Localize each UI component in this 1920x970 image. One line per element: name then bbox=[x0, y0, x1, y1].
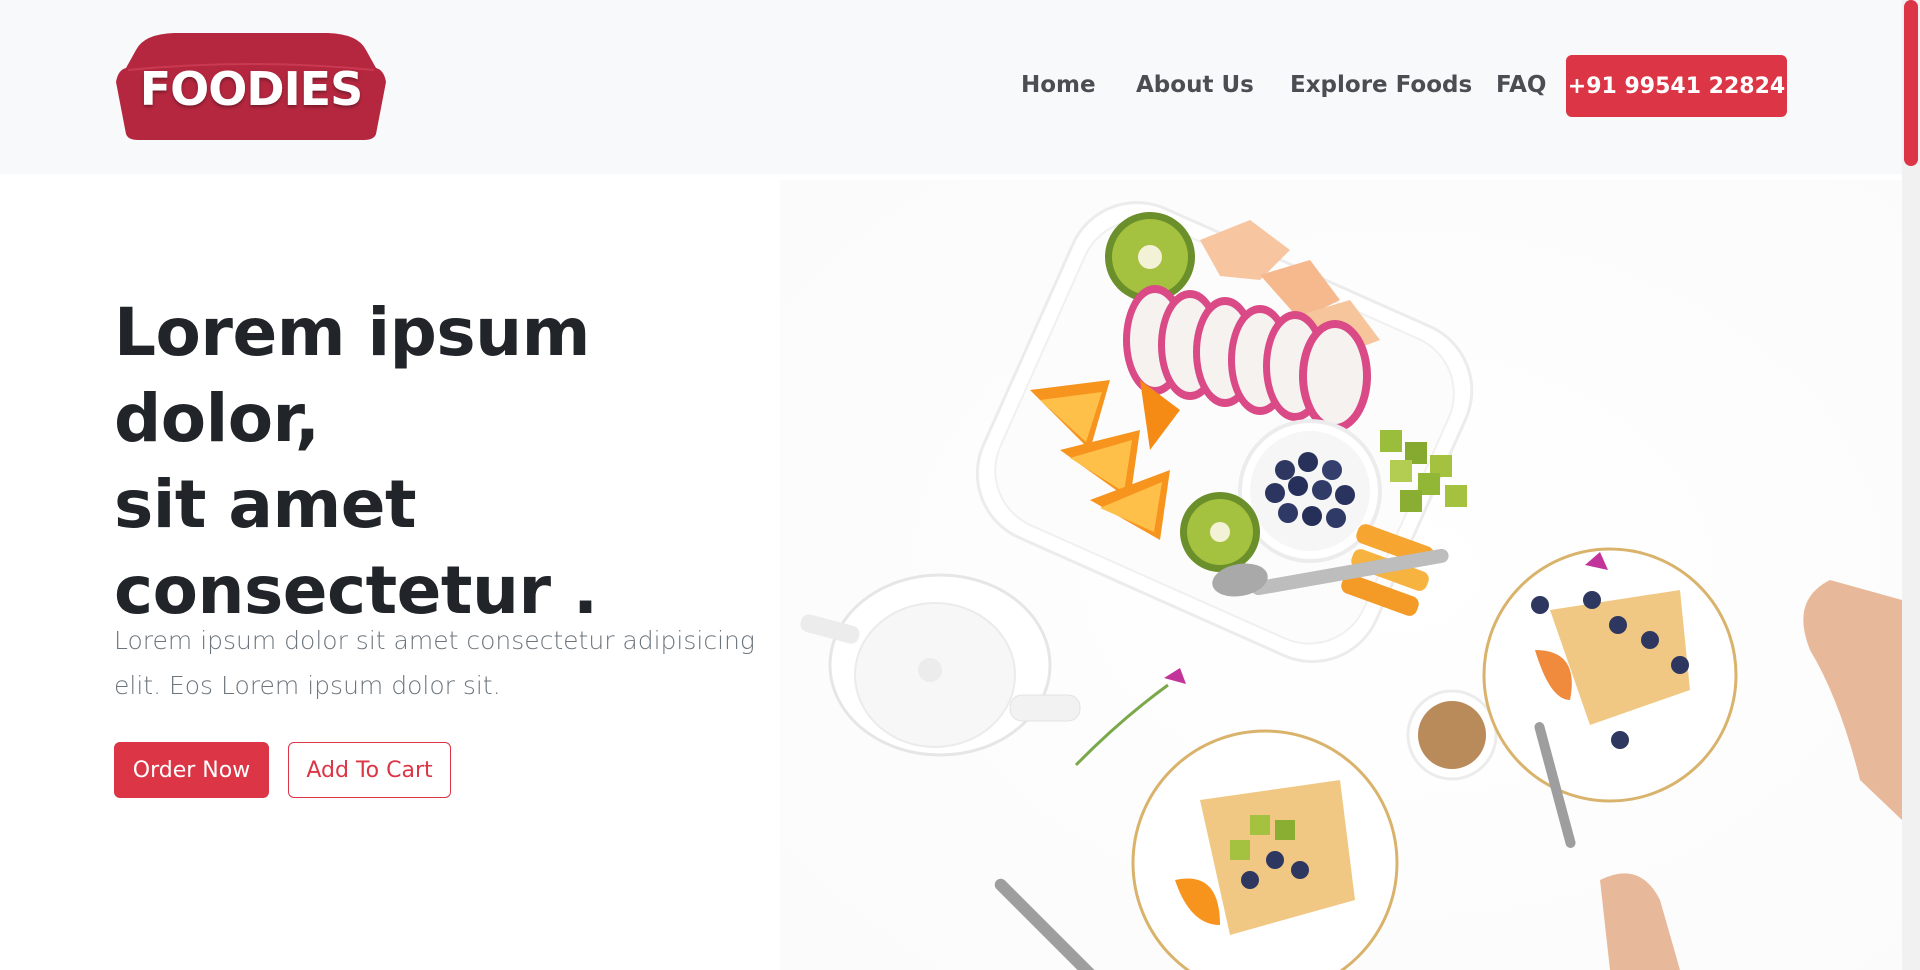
phone-call-button[interactable]: +91 99541 22824 bbox=[1566, 55, 1787, 117]
landing-page: FOODIES Home About Us Explore Foods FAQ … bbox=[0, 0, 1920, 970]
kiwi-slice-lower bbox=[1180, 492, 1260, 572]
page-scrollbar[interactable] bbox=[1902, 0, 1920, 970]
order-now-button[interactable]: Order Now bbox=[114, 742, 269, 798]
pancake-plate-right bbox=[1482, 547, 1738, 803]
nav-home-link[interactable]: Home bbox=[1021, 72, 1096, 98]
scrollbar-thumb[interactable] bbox=[1904, 0, 1918, 166]
hero-subtitle-line-2: elit. Eos Lorem ipsum dolor sit. bbox=[114, 671, 501, 700]
pancake-plate-bottom bbox=[1131, 729, 1399, 970]
site-header: FOODIES Home About Us Explore Foods FAQ … bbox=[0, 0, 1902, 174]
logo-text: FOODIES bbox=[139, 62, 363, 116]
hero-title: Lorem ipsum dolor, sit amet consectetur … bbox=[114, 290, 814, 634]
add-to-cart-button[interactable]: Add To Cart bbox=[288, 742, 451, 798]
hero-subtitle: Lorem ipsum dolor sit amet consectetur a… bbox=[114, 618, 774, 708]
food-spread-illustration bbox=[780, 180, 1902, 970]
hero-subtitle-line-1: Lorem ipsum dolor sit amet consectetur a… bbox=[114, 626, 755, 655]
hero-food-image bbox=[780, 180, 1902, 970]
hero-title-line-1: Lorem ipsum dolor, bbox=[114, 294, 590, 457]
nav-about-link[interactable]: About Us bbox=[1136, 72, 1254, 98]
nav-explore-foods-link[interactable]: Explore Foods bbox=[1290, 72, 1472, 98]
nav-faq-link[interactable]: FAQ bbox=[1496, 72, 1546, 98]
coffee-cup bbox=[1406, 689, 1498, 781]
hero-title-line-2: sit amet bbox=[114, 466, 417, 543]
brand-logo[interactable]: FOODIES bbox=[114, 30, 388, 142]
